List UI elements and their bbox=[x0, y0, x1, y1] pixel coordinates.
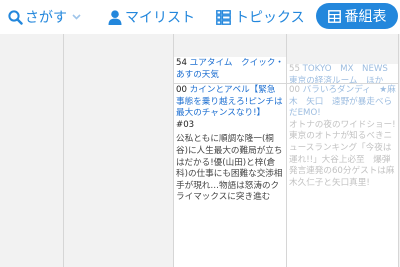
program-guide-label: 番組表 bbox=[344, 9, 387, 25]
program-entry: 55 TOKYO MX NEWS 東京の経済ルーム ほか bbox=[289, 64, 396, 83]
program-description: オトナの夜のワイドショー!東京のオトナが知るべきニュースランキング「今夜は運れ!… bbox=[289, 119, 396, 188]
program-cell[interactable]: 55 TOKYO MX NEWS 東京の経済ルーム ほか bbox=[287, 64, 398, 83]
column-divider bbox=[398, 34, 399, 267]
grid-icon bbox=[327, 9, 341, 23]
program-title: カインとアベル【緊急事態を乗り越えろ!ピンチは最大のチャンスなり!】 bbox=[176, 85, 283, 119]
search-icon bbox=[8, 9, 23, 25]
program-title: バラいろダンディ ★麻木 矢口 遠野が暴走べらだEMO! bbox=[289, 85, 396, 119]
column-divider bbox=[63, 34, 64, 267]
program-minute: 55 bbox=[289, 64, 300, 74]
program-cell[interactable]: 00 バラいろダンディ ★麻木 矢口 遠野が暴走べらだEMO! オトナの夜のワイ… bbox=[287, 84, 398, 267]
program-guide-tab[interactable]: 番組表 bbox=[316, 3, 398, 29]
program-cell[interactable]: 54 ユアタイム クイック・あすの天気 bbox=[174, 57, 286, 83]
program-entry: 00 バラいろダンディ ★麻木 矢口 遠野が暴走べらだEMO! オトナの夜のワイ… bbox=[289, 85, 396, 189]
top-navigation-bar: さがす マイリスト トピックス 番組表 bbox=[0, 0, 400, 34]
person-icon bbox=[108, 9, 122, 25]
chevron-down-icon bbox=[72, 14, 81, 20]
topics-menu[interactable]: トピックス bbox=[216, 5, 305, 29]
program-entry: 54 ユアタイム クイック・あすの天気 bbox=[176, 58, 284, 81]
mylist-label: マイリスト bbox=[125, 10, 195, 26]
program-description: 公私ともに順調な隆一(桐谷)に人生最大の難局が立ちはだかる!優(山田)と梓(倉科… bbox=[176, 134, 283, 203]
program-minute: 54 bbox=[176, 58, 187, 68]
program-entry: 00 カインとアベル【緊急事態を乗り越えろ!ピンチは最大のチャンスなり!】 #0… bbox=[176, 85, 284, 204]
mylist-menu[interactable]: マイリスト bbox=[108, 5, 195, 29]
program-title: ユアタイム クイック・あすの天気 bbox=[176, 58, 284, 80]
search-label: さがす bbox=[25, 10, 67, 26]
program-minute: 00 bbox=[289, 85, 300, 95]
program-grid: 54 ユアタイム クイック・あすの天気 00 カインとアベル【緊急事態を乗り越え… bbox=[0, 34, 400, 267]
program-cell[interactable]: 00 カインとアベル【緊急事態を乗り越えろ!ピンチは最大のチャンスなり!】 #0… bbox=[174, 84, 286, 267]
topics-label: トピックス bbox=[235, 10, 305, 26]
program-minute: 00 bbox=[176, 85, 187, 95]
search-menu[interactable]: さがす bbox=[8, 5, 81, 29]
episode-badge: #03 bbox=[176, 119, 195, 130]
program-title: TOKYO MX NEWS 東京の経済ルーム ほか bbox=[289, 64, 397, 83]
list-icon bbox=[216, 9, 231, 25]
